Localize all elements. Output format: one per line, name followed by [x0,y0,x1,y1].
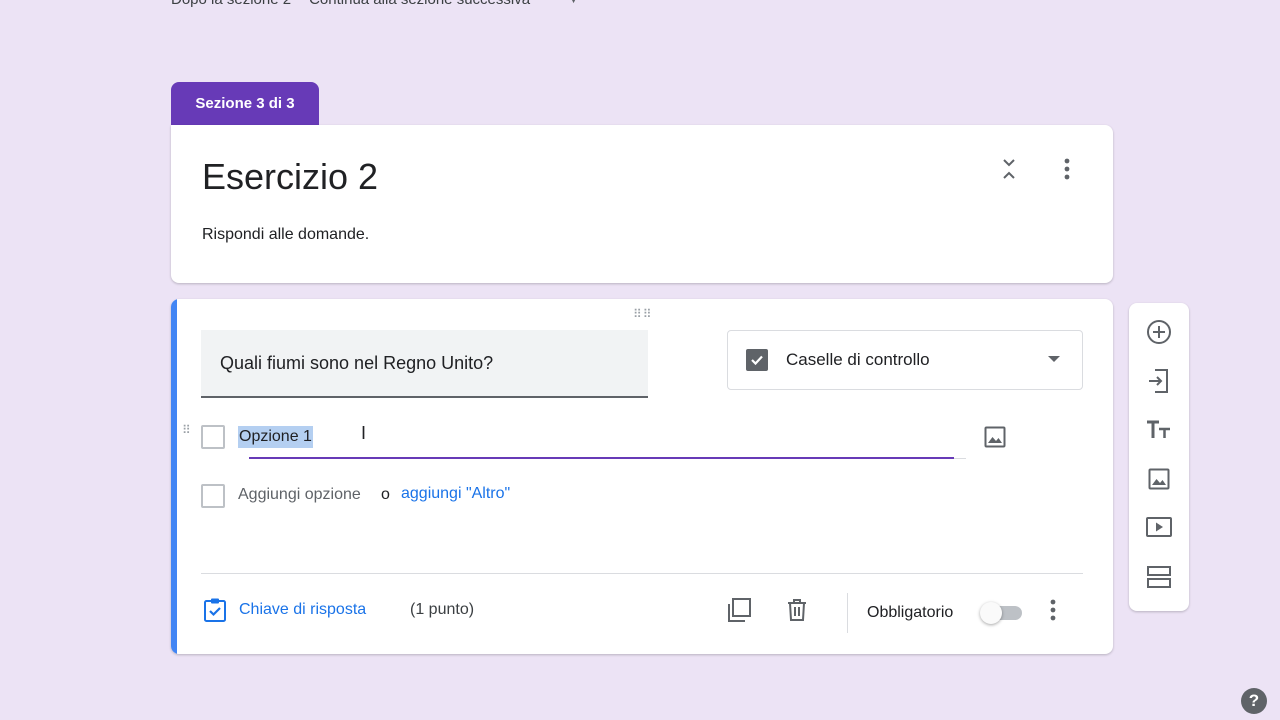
after-section-label: Dopo la sezione 2 [171,0,291,8]
section-header-card[interactable]: Esercizio 2 Rispondi alle domande. [171,125,1113,283]
more-vert-icon [1050,599,1056,621]
clipboard-check-icon [204,598,226,622]
collapse-section-button[interactable] [991,151,1027,187]
question-type-select[interactable]: Caselle di controllo [727,330,1083,390]
add-circle-icon [1147,320,1171,344]
answer-key-label: Chiave di risposta [239,601,367,618]
question-more-button[interactable] [1035,592,1071,628]
after-section-row: Dopo la sezione 2 Continua alla sezione … [171,0,579,8]
add-image-button[interactable] [1141,461,1177,497]
option-input-underline [249,457,954,459]
image-icon [984,426,1006,448]
points-label: (1 punto) [410,601,475,618]
add-other-link[interactable]: aggiungi "Altro" [401,485,510,503]
option-input[interactable]: Opzione 1 [238,426,313,448]
dropdown-arrow-icon [1048,356,1060,362]
title-text-icon [1147,420,1170,438]
more-vert-icon [1064,158,1070,180]
add-option-link[interactable]: Aggiungi opzione [238,486,361,504]
required-label: Obbligatorio [867,604,954,621]
import-questions-button[interactable] [1141,363,1177,399]
add-question-button[interactable] [1141,314,1177,350]
add-option-image-button[interactable] [977,419,1013,455]
duplicate-button[interactable] [721,592,757,628]
help-button[interactable]: ? [1241,688,1267,714]
section-icon [1147,566,1171,588]
option-drag-handle-icon[interactable]: ⠿ [182,424,191,436]
add-section-button[interactable] [1141,559,1177,595]
section-tab: Sezione 3 di 3 [171,82,319,125]
checkbox-checked-icon [746,349,768,371]
delete-button[interactable] [779,592,815,628]
section-description[interactable]: Rispondi alle domande. [202,226,369,244]
question-title-input[interactable]: Quali fiumi sono nel Regno Unito? [201,330,648,398]
required-toggle[interactable] [980,601,1024,625]
collapse-icon [1003,159,1015,179]
drag-handle-icon[interactable]: ⠿⠿ [633,307,653,321]
copy-icon [728,598,751,622]
add-video-button[interactable] [1141,509,1177,545]
chevron-down-icon[interactable]: ▼ [568,0,579,6]
or-text: o [381,486,390,503]
active-accent-bar [171,299,177,654]
section-more-button[interactable] [1049,151,1085,187]
trash-icon [788,599,806,621]
add-option-checkbox [201,484,225,508]
option-checkbox [201,425,225,449]
after-section-action[interactable]: Continua alla sezione successiva [309,0,530,8]
image-icon [1148,468,1170,490]
text-cursor-icon: I [361,423,367,443]
question-card[interactable]: ⠿⠿ Quali fiumi sono nel Regno Unito? Cas… [171,299,1113,654]
footer-divider [201,573,1083,574]
section-title[interactable]: Esercizio 2 [202,156,378,198]
floating-toolbar [1129,303,1189,611]
option-input-underline-rest [954,458,966,459]
import-icon [1149,369,1168,393]
question-type-label: Caselle di controllo [786,350,930,369]
answer-key-button[interactable]: Chiave di risposta [203,597,366,623]
video-icon [1146,517,1172,537]
add-title-description-button[interactable] [1141,412,1177,448]
footer-vertical-divider [847,593,848,633]
toggle-knob [980,602,1002,624]
